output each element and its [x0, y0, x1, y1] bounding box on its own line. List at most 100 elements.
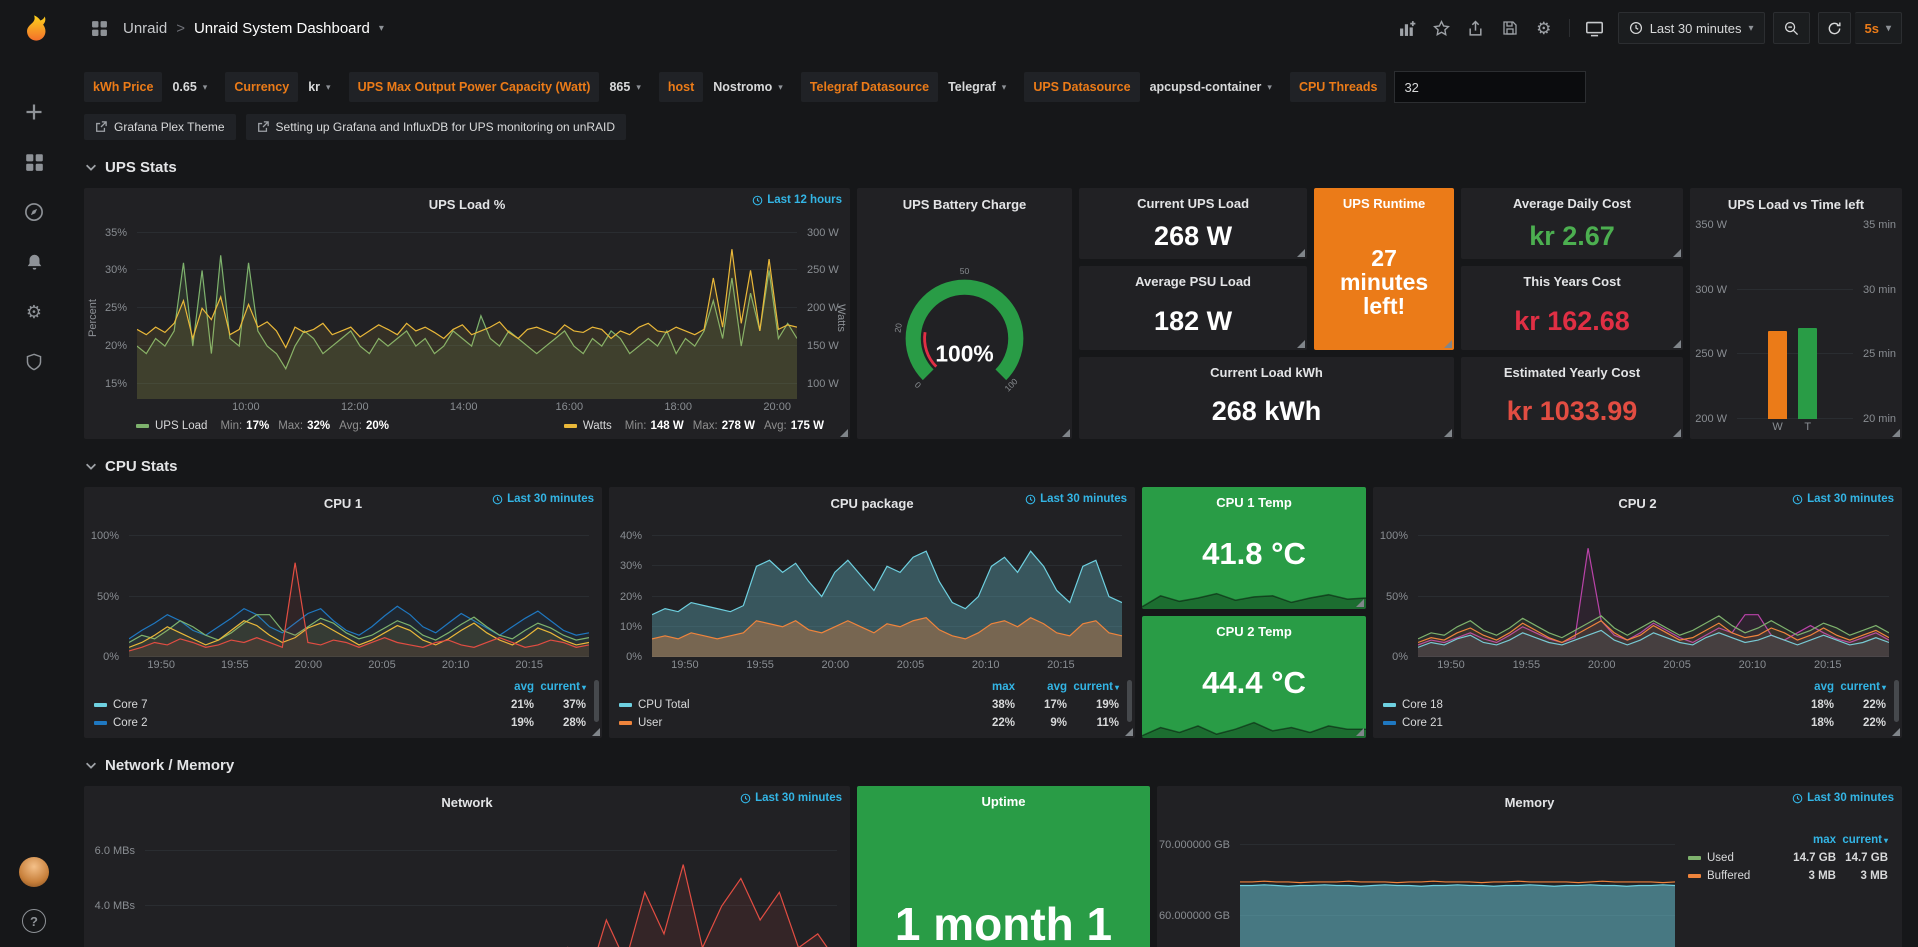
dashboard-variable[interactable]: Telegraf DatasourceTelegraf▾ [801, 72, 1007, 102]
panel-header[interactable]: Estimated Yearly Cost [1461, 357, 1683, 383]
section-cpu-stats[interactable]: CPU Stats [84, 451, 1902, 481]
share-icon[interactable] [1461, 14, 1491, 42]
server-admin-shield-icon[interactable] [22, 350, 46, 374]
legend-item[interactable]: User [619, 717, 963, 729]
explore-icon[interactable] [22, 200, 46, 224]
panel-header[interactable]: Memory Last 30 minutes [1157, 786, 1902, 815]
panel-header[interactable]: CPU 1 Temp [1142, 487, 1366, 513]
panel-header[interactable]: CPU 1 Last 30 minutes [84, 487, 602, 516]
zoom-out-button[interactable] [1773, 12, 1810, 44]
ups_load_vs_time-plot[interactable] [1737, 225, 1853, 419]
time-range-badge[interactable]: Last 30 minutes [1025, 493, 1127, 505]
user-avatar[interactable] [19, 857, 49, 887]
cpu-package-chart[interactable]: 40%30%20%10%0%19:5019:5520:0020:0520:102… [612, 516, 1132, 677]
panel-header[interactable]: Network Last 30 minutes [84, 786, 850, 815]
panel-resize-handle[interactable] [1297, 340, 1305, 348]
network-plot[interactable] [145, 823, 837, 947]
refresh-interval-picker[interactable]: 5s ▾ [1855, 12, 1903, 44]
breadcrumb-folder[interactable]: Unraid [123, 20, 167, 37]
ups_load-plot[interactable] [137, 225, 797, 399]
legend-item[interactable]: Core 2 [94, 717, 482, 729]
dashboards-icon[interactable] [22, 150, 46, 174]
legend-sort-current[interactable]: current▾ [534, 681, 586, 693]
panel-resize-handle[interactable] [1673, 340, 1681, 348]
dashboard-variable[interactable]: UPS Max Output Power Capacity (Watt)865▾ [349, 72, 641, 102]
legend-item[interactable]: CPU Total [619, 699, 963, 711]
variable-value[interactable]: Nostromo [703, 80, 778, 94]
breadcrumb-dashboard-title[interactable]: Unraid System Dashboard [194, 20, 370, 37]
time-range-badge[interactable]: Last 30 minutes [492, 493, 594, 505]
dashboard-link[interactable]: Setting up Grafana and InfluxDB for UPS … [246, 114, 627, 140]
time-range-badge[interactable]: Last 12 hours [752, 194, 842, 206]
panel-header[interactable]: UPS Runtime [1314, 188, 1454, 214]
add-panel-icon[interactable] [1393, 14, 1423, 42]
panel-resize-handle[interactable] [1062, 429, 1070, 437]
time-range-badge[interactable]: Last 30 minutes [1792, 493, 1894, 505]
time-range-picker[interactable]: Last 30 minutes ▾ [1618, 12, 1765, 44]
panel-resize-handle[interactable] [1125, 728, 1133, 736]
dashboard-picker-icon[interactable] [84, 14, 114, 42]
section-network-memory[interactable]: Network / Memory [84, 750, 1902, 780]
variable-value[interactable]: Telegraf [938, 80, 1002, 94]
save-icon[interactable] [1495, 14, 1525, 42]
dashboard-variable[interactable]: UPS Datasourceapcupsd-container▾ [1024, 72, 1272, 102]
legend-sort-max[interactable]: max [1784, 834, 1836, 846]
grafana-logo[interactable] [16, 12, 52, 48]
dashboard-variable[interactable]: Currencykr▾ [225, 72, 330, 102]
legend-item[interactable]: Core 18 [1383, 699, 1782, 711]
variable-value[interactable]: kr [298, 80, 326, 94]
panel-header[interactable]: Uptime [857, 786, 1150, 812]
cpu_package-plot[interactable] [652, 524, 1122, 657]
panel-resize-handle[interactable] [592, 728, 600, 736]
panel-resize-handle[interactable] [1673, 429, 1681, 437]
help-icon[interactable]: ? [22, 909, 46, 933]
legend-sort-avg[interactable]: avg [482, 681, 534, 693]
legend-item[interactable]: Core 21 [1383, 717, 1782, 729]
legend-sort-current[interactable]: current▾ [1067, 681, 1119, 693]
legend-item[interactable]: Core 7 [94, 699, 482, 711]
ups_battery-svg[interactable]: 02050100100% [860, 217, 1069, 439]
time-range-badge[interactable]: Last 30 minutes [740, 792, 842, 804]
dashboard-variable[interactable]: kWh Price0.65▾ [84, 72, 207, 102]
legend-sort-current[interactable]: current▾ [1834, 681, 1886, 693]
panel-resize-handle[interactable] [1356, 728, 1364, 736]
create-icon[interactable] [22, 100, 46, 124]
panel-resize-handle[interactable] [1297, 249, 1305, 257]
legend-sort-current[interactable]: current▾ [1836, 834, 1888, 846]
panel-resize-handle[interactable] [1356, 599, 1364, 607]
configuration-gear-icon[interactable]: ⚙ [22, 300, 46, 324]
star-icon[interactable] [1427, 14, 1457, 42]
panel-header[interactable]: Average PSU Load [1079, 266, 1307, 292]
panel-header[interactable]: UPS Load % Last 12 hours [84, 188, 850, 217]
time-range-badge[interactable]: Last 30 minutes [1792, 792, 1894, 804]
legend-item[interactable]: WattsMin:148 WMax:278 WAvg:175 W [564, 420, 824, 432]
panel-resize-handle[interactable] [1444, 429, 1452, 437]
panel-header[interactable]: UPS Battery Charge [857, 188, 1072, 217]
dashboard-variable[interactable]: CPU Threads [1290, 72, 1587, 102]
legend-sort-max[interactable]: max [963, 681, 1015, 693]
alerting-bell-icon[interactable] [22, 250, 46, 274]
memory-chart[interactable]: 70.000000 GB60.000000 GB50.000000 GB19:5… [1160, 815, 1685, 947]
panel-header[interactable]: CPU 2 Last 30 minutes [1373, 487, 1902, 516]
panel-header[interactable]: Average Daily Cost [1461, 188, 1683, 214]
variable-value[interactable]: 0.65 [162, 80, 202, 94]
legend-sort-avg[interactable]: avg [1015, 681, 1067, 693]
panel-resize-handle[interactable] [1892, 429, 1900, 437]
section-ups-stats[interactable]: UPS Stats [84, 152, 1902, 182]
panel-header[interactable]: Current UPS Load [1079, 188, 1307, 214]
cpu1-plot[interactable] [129, 524, 589, 657]
legend-scrollbar[interactable] [1894, 680, 1899, 722]
variable-input[interactable] [1394, 71, 1586, 103]
chevron-down-icon[interactable]: ▾ [379, 23, 384, 34]
cycle-view-tv-icon[interactable] [1580, 14, 1610, 42]
dashboard-variable[interactable]: hostNostromo▾ [659, 72, 783, 102]
cpu2-plot[interactable] [1418, 524, 1889, 657]
legend-scrollbar[interactable] [594, 680, 599, 722]
panel-header[interactable]: This Years Cost [1461, 266, 1683, 292]
panel-header[interactable]: CPU package Last 30 minutes [609, 487, 1135, 516]
dashboard-settings-gear-icon[interactable]: ⚙ [1529, 14, 1559, 42]
panel-resize-handle[interactable] [1673, 249, 1681, 257]
panel-header[interactable]: UPS Load vs Time left [1690, 188, 1902, 217]
network-chart[interactable]: 6.0 MBs4.0 MBs2.0 MBs0 MBs19:5019:5520:0… [87, 815, 847, 947]
panel-header[interactable]: CPU 2 Temp [1142, 616, 1366, 642]
